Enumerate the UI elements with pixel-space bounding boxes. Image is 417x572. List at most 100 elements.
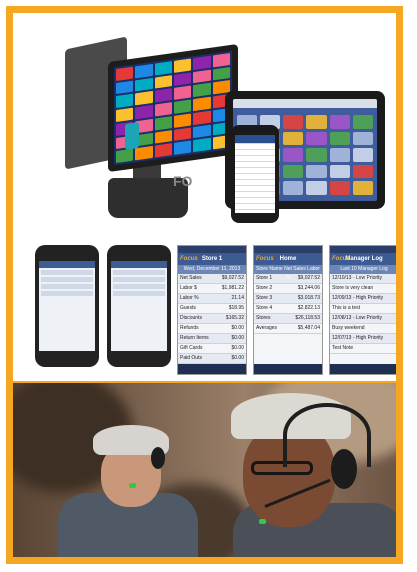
list-item[interactable]: This is a test [330,304,396,314]
pos-key [135,77,153,92]
pos-key [154,61,172,76]
list-item[interactable]: Store 4 $2,822.13 [254,304,322,314]
list-item[interactable]: 12/08/13 - Low Priority [330,314,396,324]
list-item[interactable]: Guests $18.95 [178,304,246,314]
store-list: Store 1 $9,027.52 Store 2 $3,244.06 Store 3 $… [254,274,322,334]
app-logo: Focus [180,256,198,262]
pos-key [193,124,211,139]
hardware-product-section: FO [13,13,396,233]
iphone-middle-screen [111,261,167,351]
pos-key [193,137,211,153]
list-item[interactable]: 12/09/13 - High Priority [330,294,396,304]
tablet-key [352,181,373,195]
tablet-key [352,115,373,129]
pos-key [193,83,211,98]
app-logo: Focus [256,256,274,262]
pos-key [154,88,172,103]
row-value: $9,027.52 [221,275,244,281]
app-logo: Focus [332,256,350,262]
list-item[interactable]: Gift Cards $0.00 [178,344,246,354]
row-value: $0.00 [231,355,244,361]
tablet-key [329,164,350,179]
pos-key [135,63,153,78]
list-item[interactable]: Discounts $165.32 [178,314,246,324]
list-item[interactable]: Net Sales $9,027.52 [178,274,246,284]
tablet-key [283,181,304,195]
pos-key [154,115,172,131]
list-item[interactable]: Store 2 $3,244.06 [254,284,322,294]
list-item[interactable]: Stores $26,118.53 [254,314,322,324]
list-item[interactable]: Store is very clean [330,284,396,294]
iphone-left-screen [39,261,95,351]
pos-key [135,104,153,120]
row-label: Averages [256,325,278,331]
pos-key [193,69,211,84]
row-label: Test Note [332,345,354,351]
tablet-key [283,115,304,129]
row-label: Store 2 [256,285,273,291]
headset-left-earcup-icon [151,447,165,469]
tablet-key [352,148,373,162]
row-label: Return Items [180,335,209,341]
row-label: Net Sales [180,275,202,281]
screen-title: Home [279,256,297,262]
pos-key [174,140,192,155]
app-screen-manager-log: Focus Manager Log Last 10 Manager Log Mes… [329,245,396,375]
list-item[interactable]: Labor % 21.14 [178,294,246,304]
screen-subtitle: Wed, December 11, 2013 [178,265,246,274]
tablet-key [329,148,350,162]
card-reader-icon [125,122,139,150]
tablet-key [352,131,373,146]
row-label: 12/08/13 - Low Priority [332,315,383,321]
row-label: Store is very clean [332,285,374,291]
pos-key [174,85,192,101]
screen-subtitle: Store Name Net Sales Labor % [254,265,322,281]
pos-key [154,102,172,117]
row-value: $0.00 [231,345,244,351]
row-label: Refunds [180,325,199,331]
headset-right-earcup-icon [331,449,357,489]
row-label: Guests [180,305,196,311]
tablet-key [306,181,327,195]
list-item[interactable]: Paid Outs $0.00 [178,354,246,364]
row-label: Labor $ [180,285,197,291]
tab-bar [178,364,246,374]
list-item[interactable]: Averages $5,487.04 [254,324,322,334]
screen-subtitle: Last 10 Manager Log Messages [330,265,396,281]
row-value: $0.00 [231,335,244,341]
headset-left-mic-icon [129,483,136,488]
row-label: 12/10/13 - Low Priority [332,275,383,281]
list-item[interactable]: Store 3 $3,018.73 [254,294,322,304]
row-value: $2,822.13 [297,305,320,311]
list-item[interactable]: 12/10/13 - Low Priority [330,274,396,284]
list-item[interactable]: Busy weekend [330,324,396,334]
tablet-key [329,115,350,129]
pos-key [154,129,172,144]
list-item[interactable]: Return Items $0.00 [178,334,246,344]
row-value: 21.14 [231,295,244,301]
row-label: Gift Cards [180,345,203,351]
tablet-key [329,181,350,195]
tablet-key [306,164,327,179]
pos-key [212,52,230,68]
list-item[interactable]: 12/07/13 - High Priority [330,334,396,344]
pos-key [154,74,172,89]
list-item[interactable]: Labor $ $1,981.22 [178,284,246,294]
tablet-key [306,131,327,146]
app-screen-store: Focus Store 1 Wed, December 11, 2013 Net … [177,245,247,375]
list-item[interactable]: Refunds $0.00 [178,324,246,334]
screen-title: Manager Log [345,256,383,262]
pos-key [116,93,134,109]
pos-key [174,113,192,128]
list-item[interactable]: Test Note [330,344,396,354]
pos-key [174,72,192,87]
smartphone-device [231,125,279,223]
row-value: $165.32 [225,315,244,321]
tablet-key [306,115,327,129]
pos-key [116,66,134,81]
row-label: 12/07/13 - High Priority [332,335,384,341]
tablet-key [306,148,327,162]
row-value: $18.95 [228,305,244,311]
row-label: Busy weekend [332,325,365,331]
pos-key [135,146,153,161]
